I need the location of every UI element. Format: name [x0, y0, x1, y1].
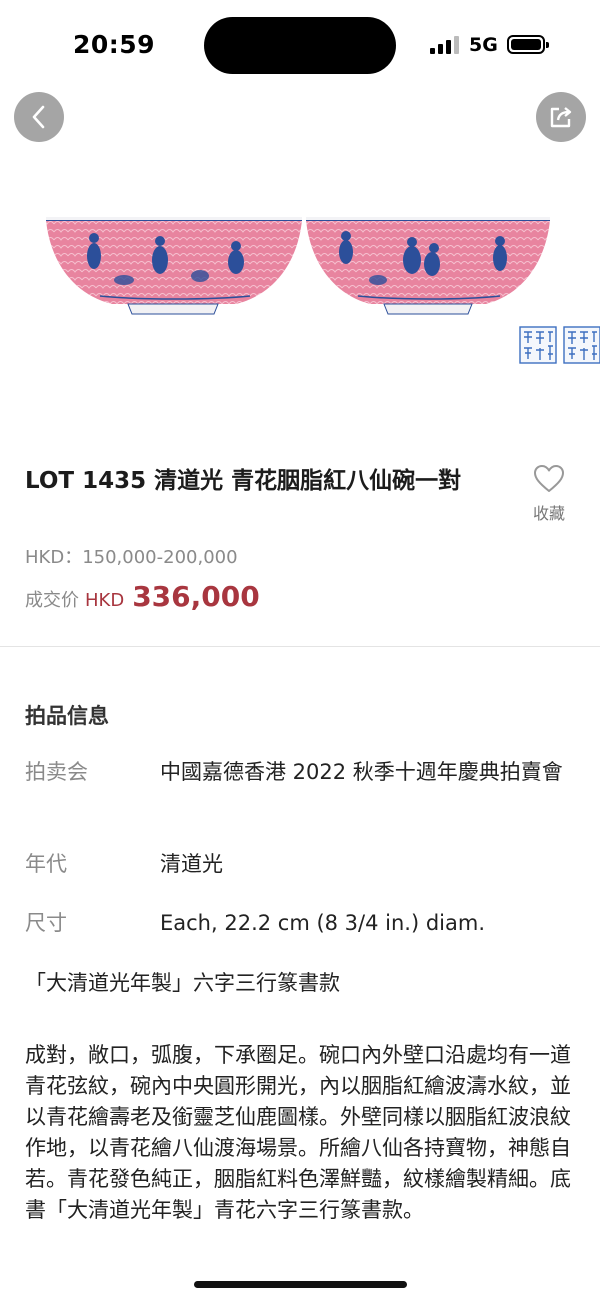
section-title-lot-info: 拍品信息: [25, 704, 109, 728]
status-bar: 20:59 5G: [0, 0, 600, 90]
chevron-left-icon: [32, 105, 45, 129]
section-divider: [0, 646, 600, 647]
signal-bars-icon: [430, 36, 462, 54]
network-type: 5G: [469, 34, 498, 56]
reign-mark-seals: [519, 326, 600, 364]
share-button[interactable]: [536, 92, 586, 142]
info-value-period: 清道光: [160, 852, 223, 876]
right-bowl: [306, 217, 550, 315]
info-label: 拍卖会: [25, 760, 88, 784]
lot-title: LOT 1435 清道光 青花胭脂紅八仙碗一對: [25, 468, 462, 494]
sold-price-row: 成交价 HKD 336,000: [25, 580, 260, 613]
reign-mark-text: 「大清道光年製」六字三行篆書款: [25, 971, 340, 995]
estimate-range: HKD：150,000-200,000: [25, 547, 238, 568]
home-indicator[interactable]: [194, 1281, 407, 1288]
dynamic-island: [204, 17, 396, 74]
heart-outline-icon: [534, 465, 564, 492]
sold-price: 336,000: [132, 580, 260, 613]
info-label: 年代: [25, 852, 67, 876]
info-row-period: 年代 清道光: [25, 848, 580, 882]
right-seal-mark: [563, 326, 600, 364]
battery-icon: [507, 35, 549, 54]
favorite-label: 收藏: [532, 504, 565, 523]
info-row-auction: 拍卖会 中國嘉德香港 2022 秋季十週年慶典拍賣會: [25, 756, 580, 826]
info-value-size: Each, 22.2 cm (8 3/4 in.) diam.: [160, 911, 486, 935]
info-row-size: 尺寸 Each, 22.2 cm (8 3/4 in.) diam.: [25, 907, 580, 941]
favorite-button[interactable]: 收藏: [528, 464, 570, 524]
lot-image[interactable]: [0, 90, 600, 430]
sold-currency: HKD: [85, 590, 125, 611]
info-value-auction[interactable]: 中國嘉德香港 2022 秋季十週年慶典拍賣會: [160, 756, 575, 789]
status-time: 20:59: [73, 30, 156, 59]
info-label: 尺寸: [25, 911, 67, 935]
back-button[interactable]: [14, 92, 64, 142]
lot-description: 成對，敞口，弧腹，下承圈足。碗口內外壁口沿處均有一道青花弦紋，碗內中央圓形開光，…: [25, 1043, 571, 1222]
sold-label: 成交价: [25, 590, 79, 611]
share-icon: [550, 107, 572, 128]
left-bowl: [46, 217, 302, 315]
bowls-illustration: [46, 217, 550, 315]
left-seal-mark: [519, 326, 557, 364]
